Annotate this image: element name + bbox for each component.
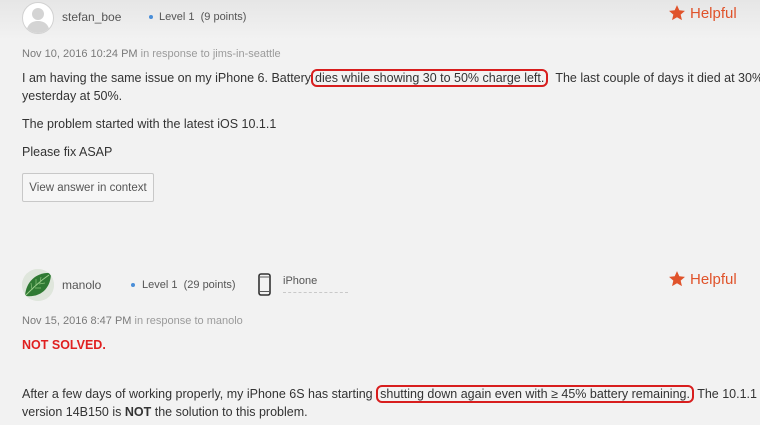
post-meta: Nov 15, 2016 8:47 PM in response to mano… (22, 315, 243, 327)
device-underline (283, 292, 348, 293)
in-response-link[interactable]: jims-in-seattle (213, 48, 281, 60)
level-text: Level 1 (142, 279, 178, 291)
post-date: Nov 10, 2016 10:24 PM (22, 48, 138, 60)
helpful-button[interactable]: Helpful (668, 268, 737, 290)
level-dot (149, 15, 153, 19)
post-paragraph: Please fix ASAP (22, 145, 113, 159)
emphasis-not: NOT (124, 405, 152, 419)
username[interactable]: stefan_boe (62, 10, 121, 24)
post-body-line1: I am having the same issue on my iPhone … (22, 69, 760, 88)
post-meta: Nov 10, 2016 10:24 PM in response to jim… (22, 48, 281, 60)
in-response-link[interactable]: manolo (207, 315, 243, 327)
body-text: I am having the same issue on my iPhone … (22, 71, 312, 85)
level-points: (29 points) (183, 279, 236, 291)
post-body-line1: After a few days of working properly, my… (22, 385, 757, 404)
post-paragraph: The problem started with the latest iOS … (22, 117, 277, 131)
body-text: The 10.1.1 (697, 387, 757, 401)
helpful-button[interactable]: Helpful (668, 2, 737, 24)
body-text: version 14B150 is (22, 405, 122, 419)
helpful-label: Helpful (690, 4, 737, 22)
post-date: Nov 15, 2016 8:47 PM (22, 315, 132, 327)
level-points: (9 points) (200, 11, 247, 23)
avatar[interactable] (22, 2, 54, 34)
device-name: iPhone (283, 275, 318, 287)
in-response-prefix: in response to (134, 315, 204, 327)
default-user-avatar-icon (26, 8, 50, 33)
highlighted-text: dies while showing 30 to 50% charge left… (311, 69, 549, 87)
post-body-line2: yesterday at 50%. (22, 89, 123, 103)
helpful-label: Helpful (690, 270, 737, 288)
star-icon (669, 271, 685, 287)
body-text: After a few days of working properly, my… (22, 387, 373, 401)
level-text: Level 1 (159, 11, 195, 23)
not-solved-label: NOT SOLVED. (22, 338, 106, 352)
user-level[interactable]: Level 1 (29 points) (142, 279, 236, 291)
body-text: the solution to this problem. (154, 405, 308, 419)
in-response-prefix: in response to (140, 48, 210, 60)
user-level[interactable]: Level 1 (9 points) (159, 11, 246, 23)
post-body-line2: version 14B150 is NOT the solution to th… (22, 403, 308, 422)
view-answer-in-context-button[interactable]: View answer in context (22, 173, 154, 202)
highlighted-text: shutting down again even with ≥ 45% batt… (376, 385, 694, 403)
level-dot (131, 283, 135, 287)
body-text: The last couple of days it died at 30% (555, 71, 760, 85)
username[interactable]: manolo (62, 278, 101, 292)
star-icon (669, 5, 685, 21)
avatar[interactable] (22, 269, 54, 301)
leaf-avatar-icon (22, 269, 54, 301)
iphone-icon (258, 273, 271, 301)
